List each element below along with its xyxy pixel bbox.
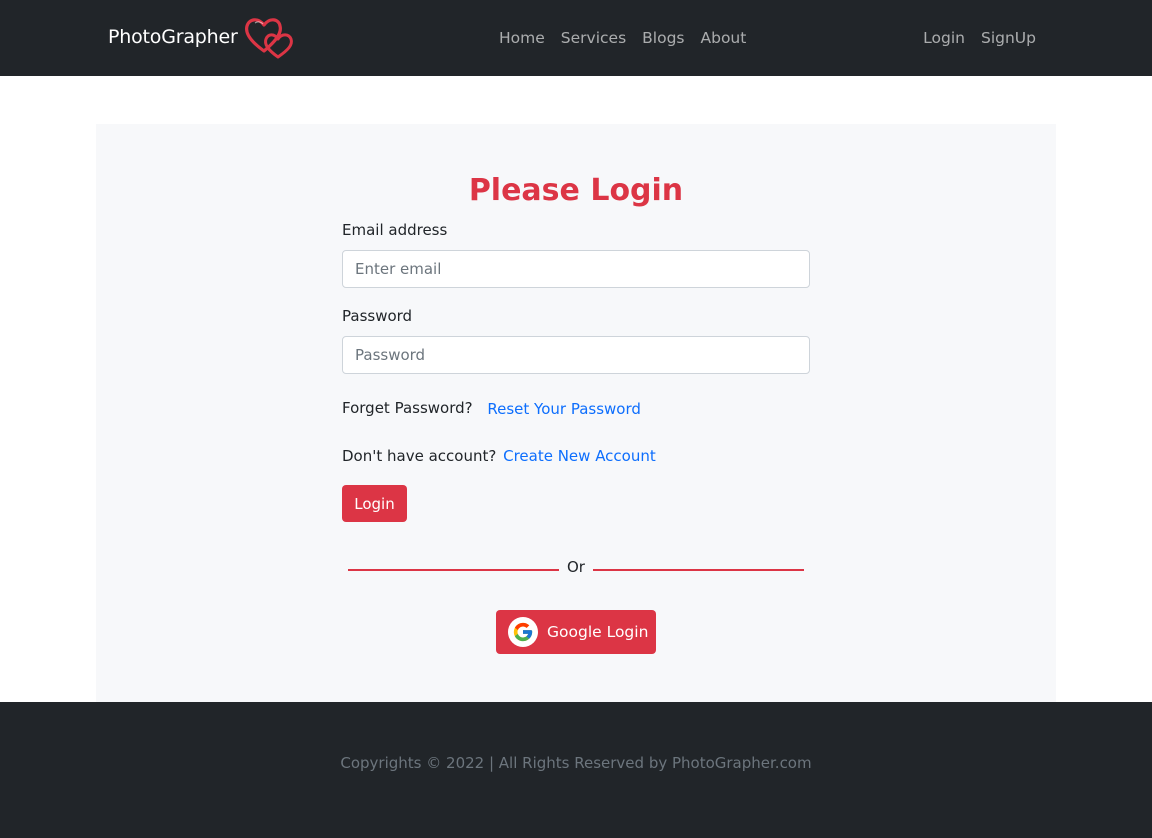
nav-about-link[interactable]: About — [701, 28, 747, 48]
email-field[interactable] — [342, 250, 810, 288]
nav-blogs-link[interactable]: Blogs — [642, 28, 684, 48]
or-separator: Or — [567, 558, 585, 576]
nav-services-link[interactable]: Services — [561, 28, 626, 48]
nav-home-link[interactable]: Home — [499, 28, 545, 48]
email-label: Email address — [342, 221, 448, 239]
footer: Copyrights © 2022 | All Rights Reserved … — [0, 702, 1152, 838]
double-heart-icon — [244, 15, 296, 63]
google-login-label: Google Login — [547, 623, 649, 641]
password-label: Password — [342, 307, 413, 325]
reset-password-link[interactable]: Reset Your Password — [487, 400, 641, 418]
login-button[interactable]: Login — [342, 485, 407, 522]
password-field[interactable] — [342, 336, 810, 374]
page-title: Please Login — [468, 173, 684, 208]
nav-signup-link[interactable]: SignUp — [981, 28, 1036, 48]
divider-left — [348, 569, 559, 571]
nav-login-link[interactable]: Login — [923, 28, 965, 48]
google-login-button[interactable]: Google Login — [496, 610, 656, 654]
auth-nav: Login SignUp — [923, 28, 1036, 48]
no-account-text: Don't have account? — [342, 447, 497, 465]
brand-link[interactable]: PhotoGrapher — [108, 14, 296, 60]
footer-copyright: Copyrights © 2022 | All Rights Reserved … — [340, 754, 812, 772]
create-account-row: Don't have account? Create New Account — [342, 446, 656, 466]
forget-password-text: Forget Password? — [342, 399, 473, 417]
main-nav: Home Services Blogs About — [499, 28, 746, 48]
forget-password-row: Forget Password? Reset Your Password — [342, 398, 641, 418]
navbar: PhotoGrapher Home Services Blogs About L… — [0, 0, 1152, 76]
google-g-icon — [508, 617, 538, 647]
create-account-link[interactable]: Create New Account — [503, 447, 656, 465]
divider-right — [593, 569, 804, 571]
brand-name: PhotoGrapher — [108, 26, 238, 48]
